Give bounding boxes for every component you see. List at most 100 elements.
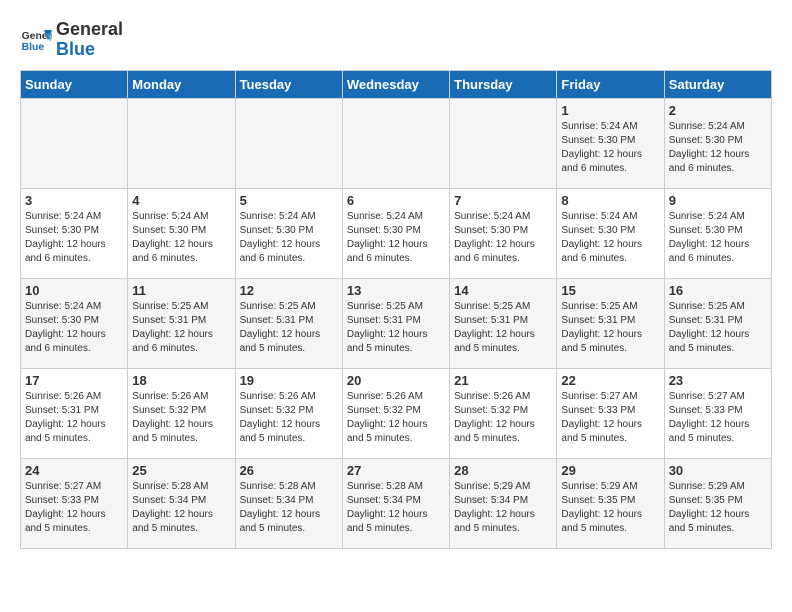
calendar-cell: 16 Sunrise: 5:25 AM Sunset: 5:31 PM Dayli… [664, 278, 771, 368]
day-of-week-header: Wednesday [342, 70, 449, 98]
day-number: 26 [240, 463, 338, 478]
day-info: Sunrise: 5:24 AM Sunset: 5:30 PM Dayligh… [454, 210, 552, 266]
calendar-week-row: 17 Sunrise: 5:26 AM Sunset: 5:31 PM Dayli… [21, 368, 772, 458]
day-info: Sunrise: 5:28 AM Sunset: 5:34 PM Dayligh… [132, 480, 230, 536]
day-of-week-header: Sunday [21, 70, 128, 98]
calendar-cell: 4 Sunrise: 5:24 AM Sunset: 5:30 PM Daylig… [128, 188, 235, 278]
calendar-body: 1 Sunrise: 5:24 AM Sunset: 5:30 PM Daylig… [21, 98, 772, 548]
day-info: Sunrise: 5:24 AM Sunset: 5:30 PM Dayligh… [240, 210, 338, 266]
day-info: Sunrise: 5:29 AM Sunset: 5:35 PM Dayligh… [561, 480, 659, 536]
calendar-cell [235, 98, 342, 188]
logo-icon: General Blue [20, 26, 52, 54]
day-info: Sunrise: 5:24 AM Sunset: 5:30 PM Dayligh… [561, 210, 659, 266]
calendar-cell: 7 Sunrise: 5:24 AM Sunset: 5:30 PM Daylig… [450, 188, 557, 278]
day-info: Sunrise: 5:27 AM Sunset: 5:33 PM Dayligh… [25, 480, 123, 536]
day-number: 24 [25, 463, 123, 478]
day-number: 3 [25, 193, 123, 208]
day-number: 28 [454, 463, 552, 478]
day-number: 4 [132, 193, 230, 208]
day-info: Sunrise: 5:25 AM Sunset: 5:31 PM Dayligh… [240, 300, 338, 356]
day-of-week-header: Monday [128, 70, 235, 98]
day-info: Sunrise: 5:27 AM Sunset: 5:33 PM Dayligh… [561, 390, 659, 446]
day-info: Sunrise: 5:26 AM Sunset: 5:31 PM Dayligh… [25, 390, 123, 446]
day-number: 30 [669, 463, 767, 478]
day-info: Sunrise: 5:26 AM Sunset: 5:32 PM Dayligh… [454, 390, 552, 446]
day-of-week-header: Tuesday [235, 70, 342, 98]
calendar-cell: 25Sunrise: 5:28 AM Sunset: 5:34 PM Dayli… [128, 458, 235, 548]
calendar-cell: 30 Sunrise: 5:29 AM Sunset: 5:35 PM Dayli… [664, 458, 771, 548]
calendar-table: SundayMondayTuesdayWednesdayThursdayFrid… [20, 70, 772, 549]
calendar-cell: 20 Sunrise: 5:26 AM Sunset: 5:32 PM Dayli… [342, 368, 449, 458]
day-number: 18 [132, 373, 230, 388]
calendar-cell: 8 Sunrise: 5:24 AM Sunset: 5:30 PM Daylig… [557, 188, 664, 278]
logo-text: General Blue [56, 20, 123, 60]
calendar-week-row: 24 Sunrise: 5:27 AM Sunset: 5:33 PM Dayli… [21, 458, 772, 548]
day-info: Sunrise: 5:24 AM Sunset: 5:30 PM Dayligh… [132, 210, 230, 266]
day-number: 13 [347, 283, 445, 298]
day-info: Sunrise: 5:28 AM Sunset: 5:34 PM Dayligh… [347, 480, 445, 536]
day-info: Sunrise: 5:25 AM Sunset: 5:31 PM Dayligh… [132, 300, 230, 356]
day-info: Sunrise: 5:29 AM Sunset: 5:35 PM Dayligh… [669, 480, 767, 536]
day-number: 12 [240, 283, 338, 298]
calendar-cell: 17 Sunrise: 5:26 AM Sunset: 5:31 PM Dayli… [21, 368, 128, 458]
day-info: Sunrise: 5:25 AM Sunset: 5:31 PM Dayligh… [561, 300, 659, 356]
calendar-cell [342, 98, 449, 188]
day-info: Sunrise: 5:26 AM Sunset: 5:32 PM Dayligh… [240, 390, 338, 446]
day-number: 22 [561, 373, 659, 388]
day-info: Sunrise: 5:25 AM Sunset: 5:31 PM Dayligh… [454, 300, 552, 356]
day-number: 5 [240, 193, 338, 208]
day-number: 14 [454, 283, 552, 298]
calendar-header-row: SundayMondayTuesdayWednesdayThursdayFrid… [21, 70, 772, 98]
calendar-cell [450, 98, 557, 188]
day-info: Sunrise: 5:24 AM Sunset: 5:30 PM Dayligh… [561, 120, 659, 176]
calendar-cell [128, 98, 235, 188]
calendar-cell: 6Sunrise: 5:24 AM Sunset: 5:30 PM Daylig… [342, 188, 449, 278]
day-info: Sunrise: 5:25 AM Sunset: 5:31 PM Dayligh… [669, 300, 767, 356]
day-info: Sunrise: 5:26 AM Sunset: 5:32 PM Dayligh… [132, 390, 230, 446]
calendar-week-row: 10 Sunrise: 5:24 AM Sunset: 5:30 PM Dayli… [21, 278, 772, 368]
day-number: 29 [561, 463, 659, 478]
day-info: Sunrise: 5:26 AM Sunset: 5:32 PM Dayligh… [347, 390, 445, 446]
logo: General Blue General Blue [20, 20, 123, 60]
day-number: 16 [669, 283, 767, 298]
calendar-cell: 13Sunrise: 5:25 AM Sunset: 5:31 PM Dayli… [342, 278, 449, 368]
day-number: 21 [454, 373, 552, 388]
calendar-cell: 21 Sunrise: 5:26 AM Sunset: 5:32 PM Dayli… [450, 368, 557, 458]
calendar-cell: 29 Sunrise: 5:29 AM Sunset: 5:35 PM Dayli… [557, 458, 664, 548]
day-info: Sunrise: 5:28 AM Sunset: 5:34 PM Dayligh… [240, 480, 338, 536]
calendar-cell: 27 Sunrise: 5:28 AM Sunset: 5:34 PM Dayli… [342, 458, 449, 548]
day-number: 9 [669, 193, 767, 208]
calendar-cell: 12 Sunrise: 5:25 AM Sunset: 5:31 PM Dayli… [235, 278, 342, 368]
calendar-cell: 14 Sunrise: 5:25 AM Sunset: 5:31 PM Dayli… [450, 278, 557, 368]
calendar-week-row: 3 Sunrise: 5:24 AM Sunset: 5:30 PM Daylig… [21, 188, 772, 278]
calendar-cell: 15 Sunrise: 5:25 AM Sunset: 5:31 PM Dayli… [557, 278, 664, 368]
calendar-cell: 24 Sunrise: 5:27 AM Sunset: 5:33 PM Dayli… [21, 458, 128, 548]
day-number: 8 [561, 193, 659, 208]
day-of-week-header: Friday [557, 70, 664, 98]
calendar-cell: 5 Sunrise: 5:24 AM Sunset: 5:30 PM Daylig… [235, 188, 342, 278]
calendar-cell: 2Sunrise: 5:24 AM Sunset: 5:30 PM Daylig… [664, 98, 771, 188]
day-number: 1 [561, 103, 659, 118]
calendar-cell: 3Sunrise: 5:24 AM Sunset: 5:30 PM Daylig… [21, 188, 128, 278]
page-header: General Blue General Blue [20, 20, 772, 60]
day-number: 23 [669, 373, 767, 388]
day-info: Sunrise: 5:29 AM Sunset: 5:34 PM Dayligh… [454, 480, 552, 536]
calendar-cell: 28 Sunrise: 5:29 AM Sunset: 5:34 PM Dayli… [450, 458, 557, 548]
day-number: 17 [25, 373, 123, 388]
calendar-cell: 22 Sunrise: 5:27 AM Sunset: 5:33 PM Dayli… [557, 368, 664, 458]
day-number: 20 [347, 373, 445, 388]
calendar-cell: 26 Sunrise: 5:28 AM Sunset: 5:34 PM Dayli… [235, 458, 342, 548]
day-info: Sunrise: 5:24 AM Sunset: 5:30 PM Dayligh… [25, 300, 123, 356]
day-info: Sunrise: 5:24 AM Sunset: 5:30 PM Dayligh… [347, 210, 445, 266]
calendar-cell: 9Sunrise: 5:24 AM Sunset: 5:30 PM Daylig… [664, 188, 771, 278]
calendar-cell: 19Sunrise: 5:26 AM Sunset: 5:32 PM Dayli… [235, 368, 342, 458]
calendar-cell: 11Sunrise: 5:25 AM Sunset: 5:31 PM Dayli… [128, 278, 235, 368]
calendar-cell: 18 Sunrise: 5:26 AM Sunset: 5:32 PM Dayli… [128, 368, 235, 458]
day-number: 15 [561, 283, 659, 298]
day-number: 7 [454, 193, 552, 208]
calendar-week-row: 1 Sunrise: 5:24 AM Sunset: 5:30 PM Daylig… [21, 98, 772, 188]
day-number: 2 [669, 103, 767, 118]
day-number: 10 [25, 283, 123, 298]
day-number: 27 [347, 463, 445, 478]
calendar-cell: 1 Sunrise: 5:24 AM Sunset: 5:30 PM Daylig… [557, 98, 664, 188]
